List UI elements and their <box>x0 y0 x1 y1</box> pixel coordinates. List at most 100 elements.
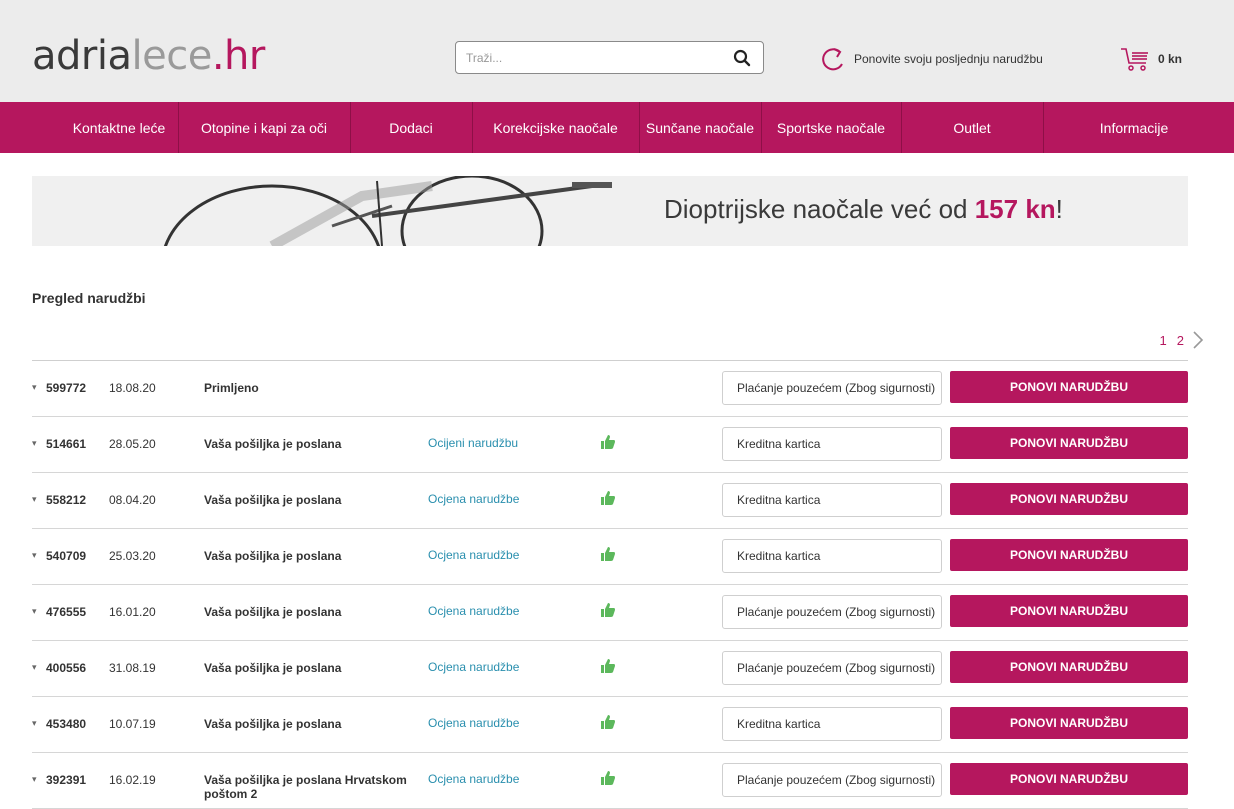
rate-order-link[interactable]: Ocjena narudžbe <box>428 492 519 506</box>
page-2-link[interactable]: 2 <box>1177 333 1184 348</box>
logo-part-lece: lece <box>131 33 212 79</box>
logo-part-hr: .hr <box>211 33 266 79</box>
thumbs-up-icon[interactable] <box>600 714 616 730</box>
nav-item-informacije[interactable]: Informacije <box>1044 102 1224 153</box>
order-id: 392391 <box>46 773 87 787</box>
table-row: ▾ 400556 31.08.19 Vaša pošiljka je posla… <box>32 641 1188 697</box>
order-date: 08.04.20 <box>109 493 156 507</box>
thumbs-up-icon[interactable] <box>600 770 616 786</box>
banner-price: 157 kn <box>974 194 1056 224</box>
banner-text-before: Dioptrijske naočale već od <box>664 194 975 224</box>
search-icon[interactable] <box>733 49 751 67</box>
pagination: 1 2 <box>1150 330 1204 350</box>
logo-part-adria: adria <box>32 33 132 79</box>
table-row: ▾ 514661 28.05.20 Vaša pošiljka je posla… <box>32 417 1188 473</box>
table-row: ▾ 476555 16.01.20 Vaša pošiljka je posla… <box>32 585 1188 641</box>
rate-order-link[interactable]: Ocjena narudžbe <box>428 604 519 618</box>
cart-button[interactable]: 0 kn <box>1120 44 1182 74</box>
thumbs-up-icon[interactable] <box>600 546 616 562</box>
caret-down-icon[interactable]: ▾ <box>32 382 37 393</box>
reorder-button[interactable]: PONOVI NARUDŽBU <box>950 595 1188 627</box>
glasses-image <box>163 176 612 246</box>
reorder-button[interactable]: PONOVI NARUDŽBU <box>950 427 1188 459</box>
payment-method-field[interactable]: Kreditna kartica <box>722 539 942 573</box>
order-date: 10.07.19 <box>109 717 156 731</box>
nav-item-outlet[interactable]: Outlet <box>902 102 1042 153</box>
search-input[interactable] <box>466 48 716 68</box>
page-1-link[interactable]: 1 <box>1160 333 1167 348</box>
caret-down-icon[interactable]: ▾ <box>32 494 37 505</box>
table-row: ▾ 453480 10.07.19 Vaša pošiljka je posla… <box>32 697 1188 753</box>
order-id: 453480 <box>46 717 87 731</box>
reorder-button[interactable]: PONOVI NARUDŽBU <box>950 483 1188 515</box>
main-nav: Kontaktne leće Otopine i kapi za oči Dod… <box>0 102 1234 153</box>
caret-down-icon[interactable]: ▾ <box>32 550 37 561</box>
thumbs-up-icon[interactable] <box>600 490 616 506</box>
orders-table: ▾ 599772 18.08.20 Primljeno Plaćanje pou… <box>32 360 1188 809</box>
search-box <box>455 41 764 74</box>
payment-method-field[interactable]: Plaćanje pouzećem (Zbog sigurnosti) <box>722 651 942 685</box>
payment-method-field[interactable]: Plaćanje pouzećem (Zbog sigurnosti) <box>722 371 942 405</box>
rate-order-link[interactable]: Ocjena narudžbe <box>428 660 519 674</box>
reorder-button[interactable]: PONOVI NARUDŽBU <box>950 651 1188 683</box>
caret-down-icon[interactable]: ▾ <box>32 774 37 785</box>
order-date: 25.03.20 <box>109 549 156 563</box>
reorder-last-order-link[interactable]: Ponovite svoju posljednju narudžbu <box>820 44 1043 74</box>
table-row: ▾ 540709 25.03.20 Vaša pošiljka je posla… <box>32 529 1188 585</box>
order-status: Primljeno <box>204 381 259 395</box>
promo-banner[interactable]: Dioptrijske naočale već od 157 kn! <box>32 176 1188 246</box>
order-status: Vaša pošiljka je poslana Hrvatskom pošto… <box>204 773 407 801</box>
reorder-button[interactable]: PONOVI NARUDŽBU <box>950 539 1188 571</box>
thumbs-up-icon[interactable] <box>600 658 616 674</box>
nav-item-dodaci[interactable]: Dodaci <box>351 102 471 153</box>
nav-item-kontaktne-lece[interactable]: Kontaktne leće <box>60 102 178 153</box>
thumbs-up-icon[interactable] <box>600 434 616 450</box>
cart-icon <box>1121 48 1148 71</box>
reorder-button[interactable]: PONOVI NARUDŽBU <box>950 763 1188 795</box>
order-id: 599772 <box>46 381 87 395</box>
rate-order-link[interactable]: Ocjena narudžbe <box>428 716 519 730</box>
rate-order-link[interactable]: Ocijeni narudžbu <box>428 436 518 450</box>
nav-item-korekcijske-naocale[interactable]: Korekcijske naočale <box>473 102 638 153</box>
order-status: Vaša pošiljka je poslana <box>204 717 342 731</box>
order-status: Vaša pošiljka je poslana <box>204 661 342 675</box>
order-date: 16.02.19 <box>109 773 156 787</box>
order-id: 514661 <box>46 437 87 451</box>
rate-order-link[interactable]: Ocjena narudžbe <box>428 548 519 562</box>
caret-down-icon[interactable]: ▾ <box>32 438 37 449</box>
caret-down-icon[interactable]: ▾ <box>32 718 37 729</box>
order-status: Vaša pošiljka je poslana <box>204 549 342 563</box>
cart-total: 0 kn <box>1158 52 1183 66</box>
table-row: ▾ 599772 18.08.20 Primljeno Plaćanje pou… <box>32 361 1188 417</box>
nav-item-otopine[interactable]: Otopine i kapi za oči <box>179 102 349 153</box>
chevron-right-icon[interactable] <box>1192 330 1204 350</box>
rate-order-link[interactable]: Ocjena narudžbe <box>428 772 519 786</box>
table-row: ▾ 392391 16.02.19 Vaša pošiljka je posla… <box>32 753 1188 809</box>
order-id: 558212 <box>46 493 87 507</box>
nav-item-sportske-naocale[interactable]: Sportske naočale <box>762 102 900 153</box>
payment-method-field[interactable]: Plaćanje pouzećem (Zbog sigurnosti) <box>722 595 942 629</box>
order-date: 16.01.20 <box>109 605 156 619</box>
reorder-button[interactable]: PONOVI NARUDŽBU <box>950 371 1188 403</box>
caret-down-icon[interactable]: ▾ <box>32 662 37 673</box>
reorder-button[interactable]: PONOVI NARUDŽBU <box>950 707 1188 739</box>
order-status: Vaša pošiljka je poslana <box>204 493 342 507</box>
nav-item-suncane-naocale[interactable]: Sunčane naočale <box>640 102 760 153</box>
payment-method-field[interactable]: Kreditna kartica <box>722 427 942 461</box>
payment-method-field[interactable]: Plaćanje pouzećem (Zbog sigurnosti) <box>722 763 942 797</box>
order-date: 28.05.20 <box>109 437 156 451</box>
thumbs-up-icon[interactable] <box>600 602 616 618</box>
caret-down-icon[interactable]: ▾ <box>32 606 37 617</box>
order-id: 540709 <box>46 549 87 563</box>
payment-method-field[interactable]: Kreditna kartica <box>722 707 942 741</box>
order-status: Vaša pošiljka je poslana <box>204 437 342 451</box>
page-title: Pregled narudžbi <box>32 290 146 306</box>
order-id: 400556 <box>46 661 87 675</box>
banner-text: Dioptrijske naočale već od 157 kn! <box>664 194 1063 225</box>
site-logo[interactable]: adrialece.hr <box>32 32 265 80</box>
order-status: Vaša pošiljka je poslana <box>204 605 342 619</box>
banner-text-after: ! <box>1055 194 1063 224</box>
payment-method-field[interactable]: Kreditna kartica <box>722 483 942 517</box>
site-header: adrialece.hr Ponovite svoju posljednju n… <box>0 0 1234 102</box>
order-date: 18.08.20 <box>109 381 156 395</box>
